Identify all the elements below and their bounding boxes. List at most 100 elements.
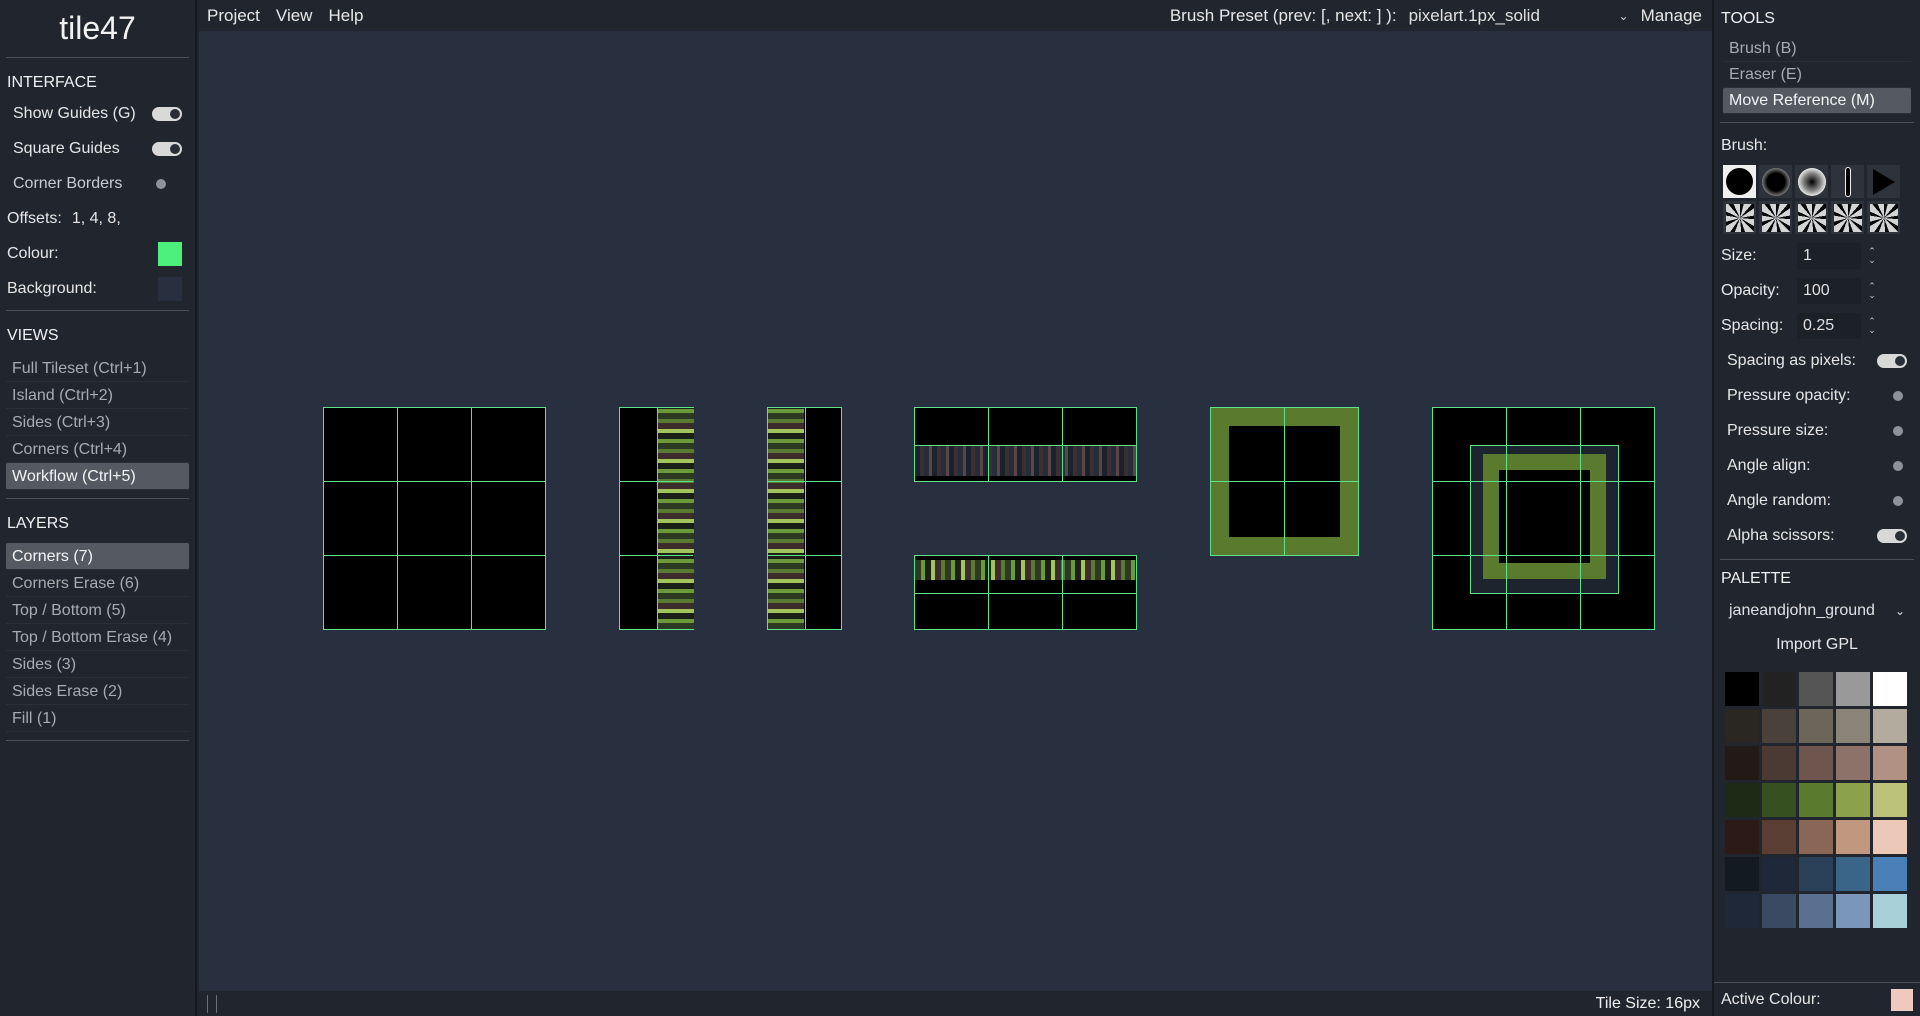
palette-swatch[interactable]: [1725, 857, 1759, 891]
palette-swatch[interactable]: [1873, 857, 1907, 891]
alpha-scissors-row[interactable]: Alpha scissors:: [1714, 518, 1920, 553]
palette-swatch[interactable]: [1762, 709, 1796, 743]
brush-texture-1-icon[interactable]: [1723, 201, 1756, 234]
palette-swatch[interactable]: [1762, 783, 1796, 817]
angle-align-toggle[interactable]: [1893, 460, 1903, 471]
views-item-0[interactable]: Full Tileset (Ctrl+1): [6, 355, 189, 382]
palette-swatch[interactable]: [1873, 746, 1907, 780]
angle-random-row[interactable]: Angle random:: [1714, 483, 1920, 518]
menu-help[interactable]: Help: [320, 6, 371, 26]
opacity-label: Opacity:: [1721, 281, 1780, 299]
tool-item-1[interactable]: Eraser (E): [1723, 62, 1911, 88]
grass-edge: [768, 408, 804, 629]
brush-texture-3-icon[interactable]: [1795, 201, 1828, 234]
palette-swatch[interactable]: [1836, 709, 1870, 743]
import-gpl-button[interactable]: Import GPL: [1723, 630, 1911, 660]
opacity-spinner[interactable]: ⌃ ⌄: [1865, 281, 1879, 300]
palette-swatch[interactable]: [1799, 783, 1833, 817]
show-guides-toggle[interactable]: [152, 106, 182, 121]
brush-hard-round-icon[interactable]: [1723, 165, 1756, 198]
palette-swatch[interactable]: [1873, 672, 1907, 706]
palette-swatch[interactable]: [1762, 746, 1796, 780]
palette-swatch[interactable]: [1836, 820, 1870, 854]
palette-swatch[interactable]: [1762, 672, 1796, 706]
pressure-size-row[interactable]: Pressure size:: [1714, 413, 1920, 448]
tool-item-2[interactable]: Move Reference (M): [1723, 88, 1911, 114]
tool-item-0[interactable]: Brush (B): [1723, 36, 1911, 62]
pressure-opacity-row[interactable]: Pressure opacity:: [1714, 378, 1920, 413]
palette-swatch[interactable]: [1836, 783, 1870, 817]
opacity-input[interactable]: 100: [1797, 277, 1861, 304]
brush-preset-select[interactable]: pixelart.1px_solid ⌄: [1397, 6, 1637, 26]
spacing-pixels-row[interactable]: Spacing as pixels:: [1714, 343, 1920, 378]
layer-item-0[interactable]: Corners (7): [6, 543, 189, 570]
alpha-scissors-toggle[interactable]: [1877, 528, 1907, 543]
angle-align-row[interactable]: Angle align:: [1714, 448, 1920, 483]
size-spinner[interactable]: ⌃ ⌄: [1865, 246, 1879, 265]
brush-texture-2-icon[interactable]: [1759, 201, 1792, 234]
spacing-input[interactable]: 0.25: [1797, 312, 1861, 339]
palette-swatch[interactable]: [1725, 709, 1759, 743]
active-colour-swatch[interactable]: [1891, 988, 1913, 1011]
palette-swatch[interactable]: [1762, 820, 1796, 854]
views-item-2[interactable]: Sides (Ctrl+3): [6, 409, 189, 436]
palette-swatch[interactable]: [1799, 857, 1833, 891]
palette-select[interactable]: janeandjohn_ground ⌄: [1723, 596, 1911, 626]
corner-hole: [1499, 470, 1590, 563]
spacing-pixels-toggle[interactable]: [1877, 353, 1907, 368]
brush-soft-round-icon[interactable]: [1759, 165, 1792, 198]
views-item-4[interactable]: Workflow (Ctrl+5): [6, 463, 189, 490]
palette-swatch[interactable]: [1799, 709, 1833, 743]
palette-swatch[interactable]: [1725, 894, 1759, 928]
layer-item-4[interactable]: Sides (3): [6, 651, 189, 678]
palette-swatch[interactable]: [1873, 709, 1907, 743]
brush-line-icon[interactable]: [1831, 165, 1864, 198]
show-guides-row[interactable]: Show Guides (G): [0, 96, 195, 131]
views-item-3[interactable]: Corners (Ctrl+4): [6, 436, 189, 463]
palette-swatch[interactable]: [1873, 820, 1907, 854]
spacing-spinner[interactable]: ⌃ ⌄: [1865, 316, 1879, 335]
brush-texture-5-icon[interactable]: [1867, 201, 1900, 234]
palette-swatch[interactable]: [1873, 783, 1907, 817]
palette-swatch[interactable]: [1836, 857, 1870, 891]
layer-item-5[interactable]: Sides Erase (2): [6, 678, 189, 705]
layer-item-3[interactable]: Top / Bottom Erase (4): [6, 624, 189, 651]
palette-swatch[interactable]: [1725, 820, 1759, 854]
palette-swatch[interactable]: [1799, 746, 1833, 780]
brush-texture-4-icon[interactable]: [1831, 201, 1864, 234]
square-guides-toggle[interactable]: [152, 141, 182, 156]
palette-swatch[interactable]: [1799, 894, 1833, 928]
square-guides-row[interactable]: Square Guides: [0, 131, 195, 166]
corner-borders-row[interactable]: Corner Borders: [0, 166, 195, 201]
palette-swatch[interactable]: [1725, 783, 1759, 817]
size-input[interactable]: 1: [1797, 242, 1861, 269]
palette-swatch[interactable]: [1836, 894, 1870, 928]
layer-item-2[interactable]: Top / Bottom (5): [6, 597, 189, 624]
guide-colour-swatch[interactable]: [158, 241, 182, 266]
palette-swatch[interactable]: [1725, 672, 1759, 706]
angle-random-toggle[interactable]: [1893, 495, 1903, 506]
layer-item-6[interactable]: Fill (1): [6, 705, 189, 732]
manage-button[interactable]: Manage: [1637, 6, 1712, 26]
background-colour-swatch[interactable]: [158, 276, 182, 301]
tile-canvas[interactable]: [199, 31, 1712, 991]
palette-swatch[interactable]: [1799, 672, 1833, 706]
brush-airbrush-icon[interactable]: [1795, 165, 1828, 198]
grid-line: [768, 555, 841, 556]
pressure-size-toggle[interactable]: [1893, 425, 1903, 436]
menu-view[interactable]: View: [268, 6, 321, 26]
corner-borders-toggle[interactable]: [156, 178, 166, 189]
palette-swatch[interactable]: [1762, 857, 1796, 891]
palette-swatch[interactable]: [1873, 894, 1907, 928]
views-item-1[interactable]: Island (Ctrl+2): [6, 382, 189, 409]
brush-triangle-icon[interactable]: [1867, 165, 1900, 198]
palette-swatch[interactable]: [1725, 746, 1759, 780]
palette-swatch[interactable]: [1762, 894, 1796, 928]
offsets-input[interactable]: 1, 4, 8,: [72, 210, 121, 228]
pressure-opacity-toggle[interactable]: [1893, 390, 1903, 401]
palette-swatch[interactable]: [1799, 820, 1833, 854]
palette-swatch[interactable]: [1836, 746, 1870, 780]
layer-item-1[interactable]: Corners Erase (6): [6, 570, 189, 597]
menu-project[interactable]: Project: [199, 6, 268, 26]
palette-swatch[interactable]: [1836, 672, 1870, 706]
